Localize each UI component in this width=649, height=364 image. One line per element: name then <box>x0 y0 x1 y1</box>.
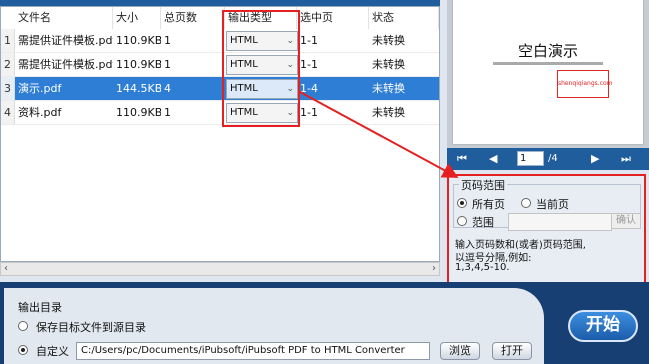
cell-filename: 需提供证件模板.pdf <box>18 58 113 71</box>
output-directory-label: 输出目录 <box>18 301 62 314</box>
cell-status: 未转换 <box>372 82 405 95</box>
cell-size: 144.5KB <box>116 82 161 95</box>
cell-selected-pages[interactable]: 1-1 <box>297 101 369 124</box>
first-page-icon[interactable]: ⏮ <box>457 151 467 167</box>
file-table: 文件名 大小 总页数 输出类型 选中页 状态 1 需提供证件模板.pdf 110… <box>0 6 440 262</box>
output-path-input[interactable]: C:/Users/pc/Documents/iPubsoft/iPubsoft … <box>76 342 430 360</box>
cell-filename: 需提供证件模板.pdf <box>18 34 113 47</box>
cell-status: 未转换 <box>372 106 405 119</box>
row-number: 1 <box>1 29 15 52</box>
row-number: 3 <box>1 77 15 100</box>
cell-selected-pages[interactable]: 1-1 <box>297 29 369 52</box>
cell-pages: 4 <box>164 82 171 95</box>
highlight-box-output-type <box>222 10 300 127</box>
start-button[interactable]: 开始 <box>568 310 638 342</box>
open-button[interactable]: 打开 <box>492 342 532 360</box>
cell-status: 未转换 <box>372 58 405 71</box>
table-row[interactable]: 4 资料.pdf 110.9KB 1 HTML ⌄ 1-1 未转换 <box>1 101 439 125</box>
cell-pages: 1 <box>164 106 171 119</box>
header-filename[interactable]: 文件名 <box>15 7 113 29</box>
header-pages[interactable]: 总页数 <box>161 7 225 29</box>
cell-selected-pages[interactable]: 1-4 <box>297 77 369 100</box>
preview-pane: 空白演示 shenqiqiangs.com <box>447 0 649 148</box>
page-navigation-bar: ⏮ ◀ 1 /4 ▶ ⏭ <box>447 148 649 170</box>
preview-subtitle-line <box>493 62 603 65</box>
cell-size: 110.9KB <box>116 58 161 71</box>
scroll-right-icon[interactable]: › <box>432 263 436 275</box>
preview-stamp: shenqiqiangs.com <box>557 70 613 98</box>
scroll-left-icon[interactable]: ‹ <box>4 263 8 275</box>
row-number: 4 <box>1 101 15 124</box>
header-selected-pages[interactable]: 选中页 <box>297 7 369 29</box>
cell-pages: 1 <box>164 34 171 47</box>
highlight-box-page-range <box>447 174 646 286</box>
table-row[interactable]: 2 需提供证件模板.pdf 110.9KB 1 HTML ⌄ 1-1 未转换 <box>1 53 439 77</box>
cell-size: 110.9KB <box>116 34 161 47</box>
page-total: /4 <box>548 153 558 164</box>
browse-button[interactable]: 浏览 <box>440 342 480 360</box>
header-size[interactable]: 大小 <box>113 7 161 29</box>
horizontal-scrollbar[interactable]: ‹ › <box>0 262 440 276</box>
cell-filename: 演示.pdf <box>18 82 62 95</box>
radio-save-to-source[interactable] <box>18 321 28 331</box>
radio-custom-directory[interactable] <box>18 345 28 355</box>
header-status[interactable]: 状态 <box>369 7 439 29</box>
cell-pages: 1 <box>164 58 171 71</box>
save-to-source-label[interactable]: 保存目标文件到源目录 <box>36 319 146 335</box>
table-row[interactable]: 1 需提供证件模板.pdf 110.9KB 1 HTML ⌄ 1-1 未转换 <box>1 29 439 53</box>
prev-page-icon[interactable]: ◀ <box>489 151 497 167</box>
preview-page-title: 空白演示 <box>517 42 578 60</box>
page-number-input[interactable]: 1 <box>517 151 544 166</box>
cell-size: 110.9KB <box>116 106 161 119</box>
preview-page: 空白演示 shenqiqiangs.com <box>453 0 643 144</box>
last-page-icon[interactable]: ⏭ <box>621 151 631 167</box>
cell-filename: 资料.pdf <box>18 106 62 119</box>
cell-selected-pages[interactable]: 1-1 <box>297 53 369 76</box>
cell-status: 未转换 <box>372 34 405 47</box>
next-page-icon[interactable]: ▶ <box>591 151 599 167</box>
custom-directory-label[interactable]: 自定义 <box>36 343 69 359</box>
row-number: 2 <box>1 53 15 76</box>
table-row-selected[interactable]: 3 演示.pdf 144.5KB 4 HTML ⌄ 1-4 未转换 <box>1 77 439 101</box>
